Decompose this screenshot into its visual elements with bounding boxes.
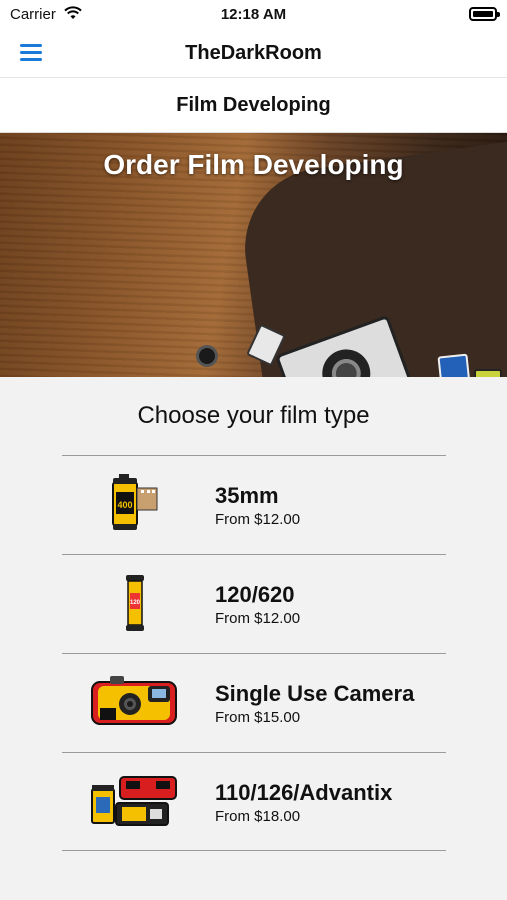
film-type-price: From $12.00 [215, 610, 301, 627]
disposable-camera-icon [86, 672, 182, 734]
film-type-name: 35mm [215, 483, 279, 508]
film-type-price: From $12.00 [215, 511, 301, 528]
film-canister-image [474, 369, 502, 377]
section-title: Choose your film type [137, 402, 370, 429]
svg-text:120: 120 [130, 600, 141, 606]
status-bar: Carrier 12:18 AM [0, 0, 507, 30]
film-type-price: From $18.00 [215, 808, 301, 825]
app-title: TheDarkRoom [185, 42, 322, 64]
film-type-list: 400 35mm From $12.00 120 120/620 From $1… [62, 455, 446, 851]
lens-cap-image [196, 345, 218, 367]
hero-title: Order Film Developing [103, 149, 404, 180]
cartridges-icon [86, 771, 182, 833]
page-title: Film Developing [176, 94, 331, 116]
film-type-row-120[interactable]: 120 120/620 From $12.00 [62, 554, 446, 653]
battery-icon [469, 7, 500, 21]
navigation-bar: TheDarkRoom [0, 30, 507, 78]
film-type-row-single-use[interactable]: Single Use Camera From $15.00 [62, 653, 446, 752]
film-type-name: 110/126/Advantix [215, 780, 393, 805]
hero-banner: Order Film Developing [0, 133, 507, 377]
120-roll-icon: 120 [86, 573, 182, 635]
svg-text:400: 400 [117, 500, 132, 510]
clock: 12:18 AM [220, 6, 287, 23]
film-type-row-110-126-advantix[interactable]: 110/126/Advantix From $18.00 [62, 752, 446, 851]
film-type-name: 120/620 [215, 582, 295, 607]
film-type-row-35mm[interactable]: 400 35mm From $12.00 [62, 455, 446, 554]
35mm-canister-icon: 400 [86, 474, 182, 536]
film-type-name: Single Use Camera [215, 681, 415, 706]
film-canister-image [437, 353, 473, 377]
page-header: Film Developing [0, 78, 507, 133]
film-type-price: From $15.00 [215, 709, 301, 726]
